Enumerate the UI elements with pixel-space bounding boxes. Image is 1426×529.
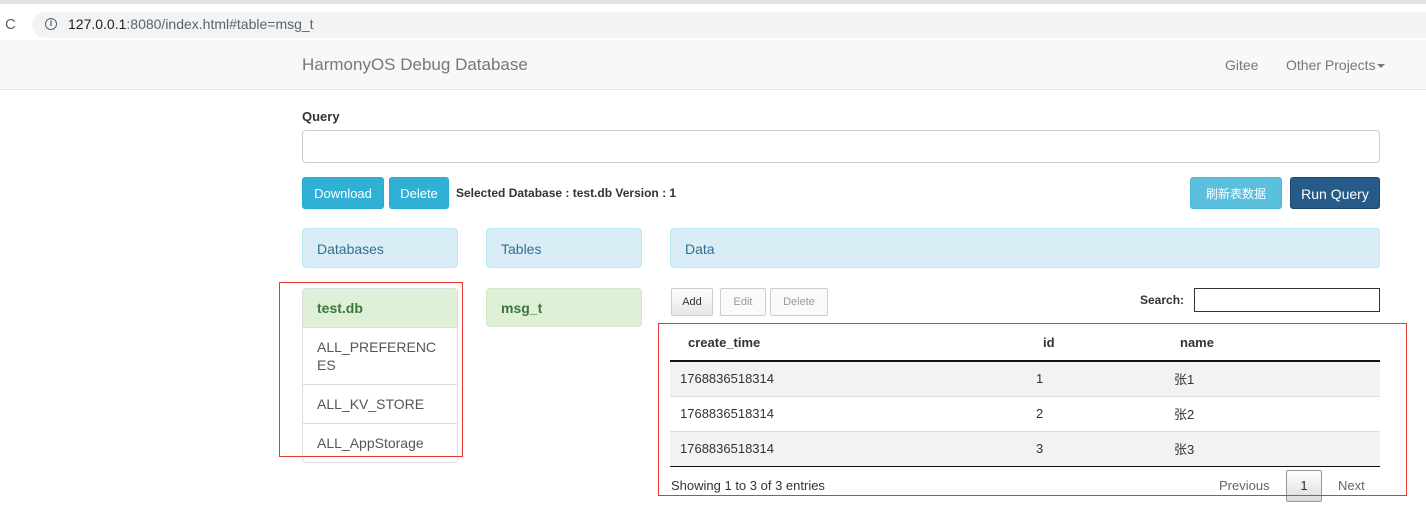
query-label: Query (302, 109, 340, 124)
nav-link-gitee[interactable]: Gitee (1225, 57, 1258, 73)
delete-database-button[interactable]: Delete (389, 177, 449, 209)
delete-row-button[interactable]: Delete (770, 288, 828, 316)
selected-database-info: Selected Database : test.db Version : 1 (456, 186, 677, 200)
data-panel-header: Data (670, 228, 1380, 268)
search-input[interactable] (1194, 288, 1380, 312)
highlight-box-databases (279, 282, 463, 457)
search-label: Search: (1140, 293, 1185, 307)
add-row-button[interactable]: Add (671, 288, 713, 316)
run-query-button[interactable]: Run Query (1290, 177, 1380, 209)
browser-address-bar: C i 127.0.0.1:8080/index.html#table=msg_… (0, 0, 1426, 40)
download-button[interactable]: Download (302, 177, 384, 209)
top-navbar: HarmonyOS Debug Database Gitee Other Pro… (0, 40, 1426, 90)
url-text[interactable]: 127.0.0.1:8080/index.html#table=msg_t (68, 16, 314, 32)
reload-icon[interactable]: C (5, 16, 16, 33)
table-item-msg-t[interactable]: msg_t (486, 288, 642, 327)
brand-title[interactable]: HarmonyOS Debug Database (302, 55, 528, 75)
highlight-box-data-table (658, 323, 1407, 496)
edit-row-button[interactable]: Edit (720, 288, 766, 316)
nav-link-other-projects[interactable]: Other Projects (1286, 57, 1386, 73)
caret-down-icon (1377, 64, 1386, 69)
tables-panel-header: Tables (486, 228, 642, 268)
info-icon[interactable]: i (45, 18, 57, 30)
query-input[interactable] (302, 130, 1380, 163)
databases-panel-header: Databases (302, 228, 458, 268)
refresh-table-data-button[interactable]: 刷新表数据 (1190, 177, 1282, 209)
